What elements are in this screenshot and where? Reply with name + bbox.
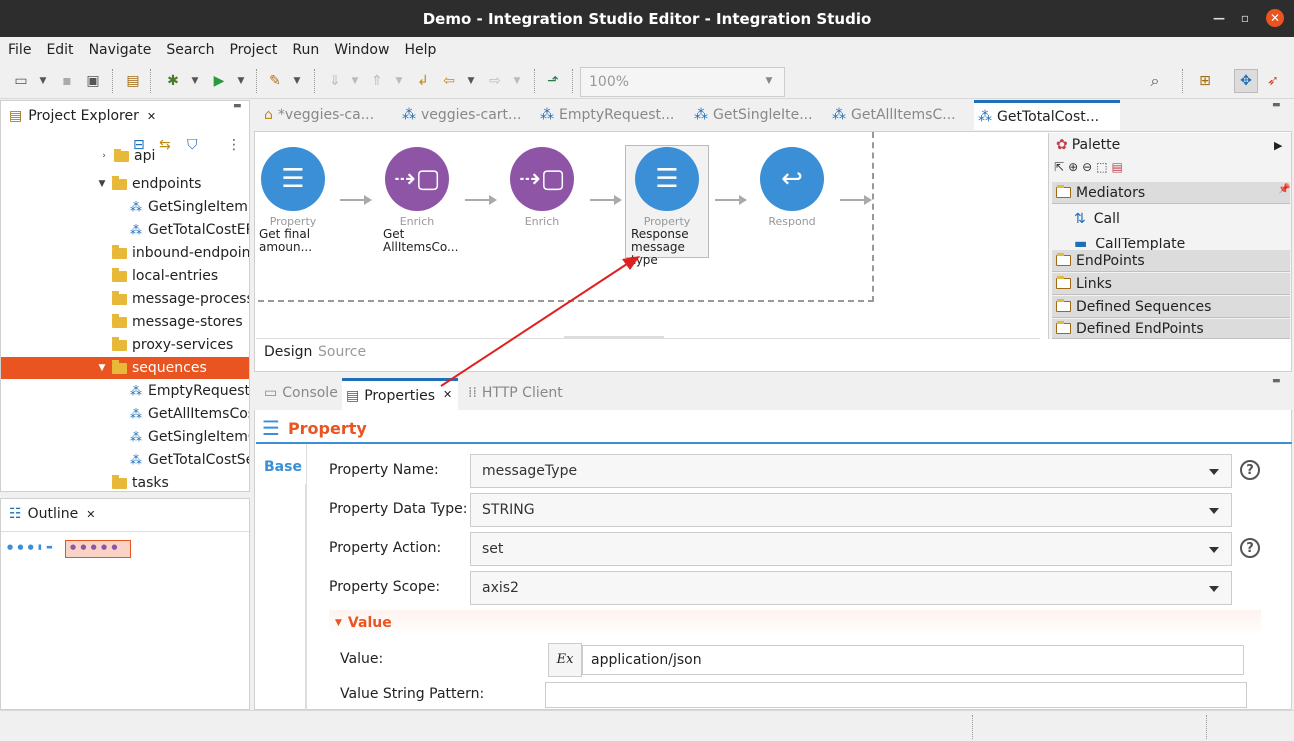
annotation-arrow: [440, 256, 640, 387]
